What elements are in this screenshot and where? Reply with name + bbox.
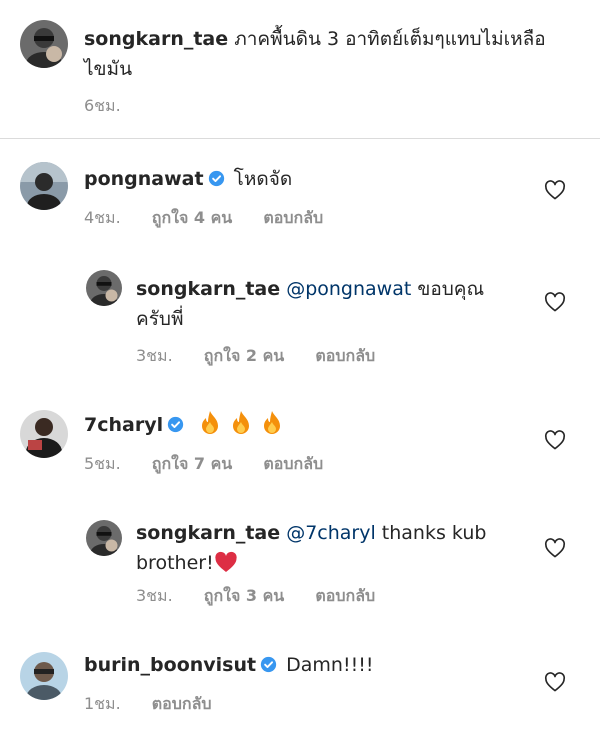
- reply-button[interactable]: ตอบกลับ: [315, 586, 375, 605]
- likes-count[interactable]: ถูกใจ 7 คน: [152, 454, 232, 473]
- timestamp: 5ชม.: [84, 454, 121, 473]
- comment-body: 7charyl: [84, 410, 524, 440]
- likes-count[interactable]: ถูกใจ 4 คน: [152, 208, 232, 227]
- fire-emoji-group: [199, 411, 292, 436]
- reply-button[interactable]: ตอบกลับ: [263, 208, 323, 227]
- comment-body: burin_boonvisut Damn!!!!: [84, 650, 524, 680]
- comment: pongnawat โหดจัด 4ชม. ถูกใจ 4 คน ตอบกลับ: [0, 138, 600, 234]
- comment-meta: 5ชม. ถูกใจ 7 คน ตอบกลับ: [84, 452, 349, 477]
- reply-button[interactable]: ตอบกลับ: [152, 694, 212, 713]
- comment-body: songkarn_tae @pongnawat ขอบคุณครับพี่: [136, 274, 516, 334]
- avatar[interactable]: [20, 652, 68, 700]
- comment-text: Damn!!!!: [286, 654, 374, 676]
- reply-comment: songkarn_tae @pongnawat ขอบคุณครับพี่ 3ช…: [0, 234, 600, 372]
- comment-meta: 4ชม. ถูกใจ 4 คน ตอบกลับ: [84, 206, 349, 231]
- mention-link[interactable]: @7charyl: [286, 522, 376, 544]
- comment: burin_boonvisut Damn!!!! 1ชม. ตอบกลับ: [0, 630, 600, 744]
- reply-comment: songkarn_tae @7charyl thanks kub brother…: [0, 490, 600, 626]
- fire-icon: [264, 411, 281, 434]
- username[interactable]: songkarn_tae: [136, 278, 280, 300]
- red-heart-icon: [215, 551, 237, 572]
- comment-text: โหดจัด: [233, 168, 293, 190]
- username[interactable]: songkarn_tae: [136, 522, 280, 544]
- fire-icon: [202, 411, 219, 434]
- likes-count[interactable]: ถูกใจ 3 คน: [204, 586, 284, 605]
- comment: 7charyl 5ชม. ถูกใจ 7 คน ตอบกลับ: [0, 390, 600, 490]
- comment-meta: 3ชม. ถูกใจ 3 คน ตอบกลับ: [136, 584, 401, 609]
- username[interactable]: songkarn_tae: [84, 28, 228, 50]
- mention-link[interactable]: @pongnawat: [286, 278, 411, 300]
- heart-outline-icon[interactable]: [544, 430, 566, 450]
- comment-meta: 1ชม. ตอบกลับ: [84, 692, 238, 717]
- likes-count[interactable]: ถูกใจ 2 คน: [204, 346, 284, 365]
- heart-outline-icon[interactable]: [544, 180, 566, 200]
- comment-body: pongnawat โหดจัด: [84, 164, 524, 194]
- comment-body: songkarn_tae @7charyl thanks kub brother…: [136, 518, 516, 578]
- avatar[interactable]: [20, 20, 68, 68]
- avatar[interactable]: [86, 520, 122, 556]
- heart-outline-icon[interactable]: [544, 672, 566, 692]
- avatar[interactable]: [20, 162, 68, 210]
- username[interactable]: burin_boonvisut: [84, 654, 256, 676]
- comment-meta: 6ชม.: [84, 94, 147, 119]
- verified-badge-icon: [167, 416, 184, 433]
- verified-badge-icon: [260, 656, 277, 673]
- heart-outline-icon[interactable]: [544, 538, 566, 558]
- reply-button[interactable]: ตอบกลับ: [263, 454, 323, 473]
- verified-badge-icon: [208, 170, 224, 187]
- post-caption: songkarn_tae ภาคพื้นดิน 3 อาทิตย์เต็มๆแท…: [0, 0, 600, 139]
- timestamp: 3ชม.: [136, 586, 173, 605]
- timestamp: 3ชม.: [136, 346, 173, 365]
- timestamp: 4ชม.: [84, 208, 121, 227]
- avatar[interactable]: [20, 410, 68, 458]
- heart-outline-icon[interactable]: [544, 292, 566, 312]
- username[interactable]: 7charyl: [84, 414, 163, 436]
- reply-button[interactable]: ตอบกลับ: [315, 346, 375, 365]
- comment-meta: 3ชม. ถูกใจ 2 คน ตอบกลับ: [136, 344, 401, 369]
- timestamp: 1ชม.: [84, 694, 121, 713]
- avatar[interactable]: [86, 270, 122, 306]
- timestamp: 6ชม.: [84, 96, 121, 115]
- caption-text: songkarn_tae ภาคพื้นดิน 3 อาทิตย์เต็มๆแท…: [84, 24, 564, 84]
- fire-icon: [233, 411, 250, 434]
- username[interactable]: pongnawat: [84, 168, 204, 190]
